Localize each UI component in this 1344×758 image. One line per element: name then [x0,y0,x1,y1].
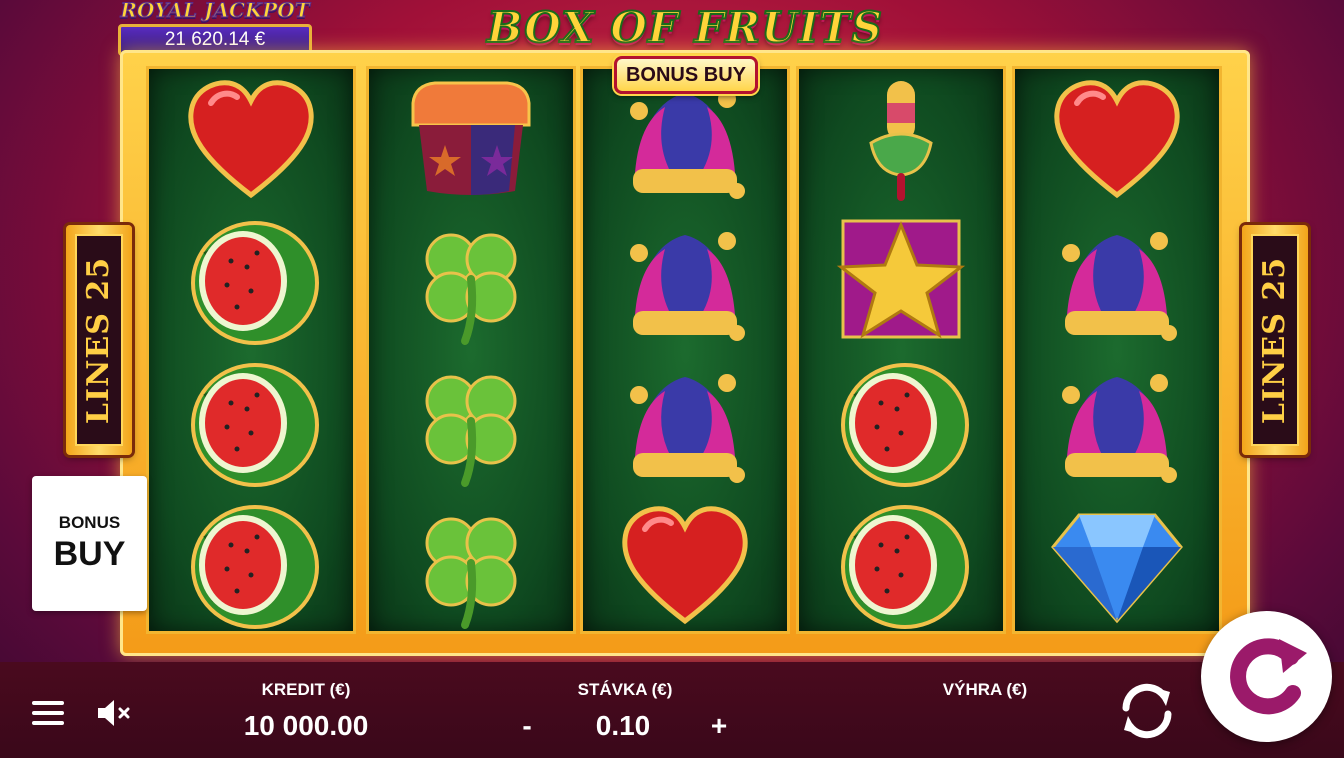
reel-1 [146,66,356,634]
game-title: BOX OF FRUITS [486,2,883,53]
credit-value: 10 000.00 [243,710,369,741]
lines-panel-right: LINES 25 [1242,225,1308,455]
bet-label: STÁVKA (€) [577,680,673,699]
watermelon-symbol [149,495,353,637]
lines-label-left: LINES 25 [81,256,117,424]
reel-5 [1012,66,1222,634]
reel-4 [796,66,1006,634]
heart-symbol [149,69,353,211]
jester-hat-symbol [583,353,787,495]
menu-icon [32,701,64,725]
watermelon-symbol [149,211,353,353]
bonus-buy-line2: BUY [53,535,126,573]
mystery-box-symbol [369,69,573,211]
bonus-buy-button[interactable]: BONUS BUY [32,476,147,611]
bet-decrease-button[interactable]: - [510,710,544,742]
popsicle-symbol [799,69,1003,211]
jester-hat-symbol [583,211,787,353]
jester-hat-symbol [1015,211,1219,353]
bonus-buy-line1: BONUS [58,513,121,532]
bet-increase-button[interactable]: + [702,710,736,742]
bet-value: 0.10 [595,710,651,741]
spin-button[interactable] [1201,611,1332,742]
reel-2 [366,66,576,634]
watermelon-symbol [799,495,1003,637]
clover-symbol [369,495,573,637]
bonus-buy-badge[interactable]: BONUS BUY [614,56,758,94]
win-label: VÝHRA (€) [942,680,1028,699]
lines-label-right: LINES 25 [1257,256,1293,424]
heart-symbol [1015,69,1219,211]
reel-3 [580,66,790,634]
watermelon-symbol [149,353,353,495]
heart-symbol [583,495,787,637]
bottom-bar: KREDIT (€) 10 000.00 STÁVKA (€) - 0.10 +… [0,662,1344,758]
clover-symbol [369,353,573,495]
autoplay-button[interactable] [1114,680,1180,742]
diamond-symbol [1015,495,1219,637]
autoplay-icon [1122,683,1172,739]
menu-button[interactable] [28,696,68,730]
star-symbol [799,211,1003,353]
clover-symbol [369,211,573,353]
jackpot-title: ROYAL JACKPOT [120,0,310,23]
watermelon-symbol [799,353,1003,495]
sound-button[interactable] [92,696,136,730]
sound-muted-icon [98,700,130,726]
spin-icon [1229,637,1307,714]
lines-panel-left: LINES 25 [66,225,132,455]
credit-label: KREDIT (€) [261,680,351,699]
jester-hat-symbol [1015,353,1219,495]
